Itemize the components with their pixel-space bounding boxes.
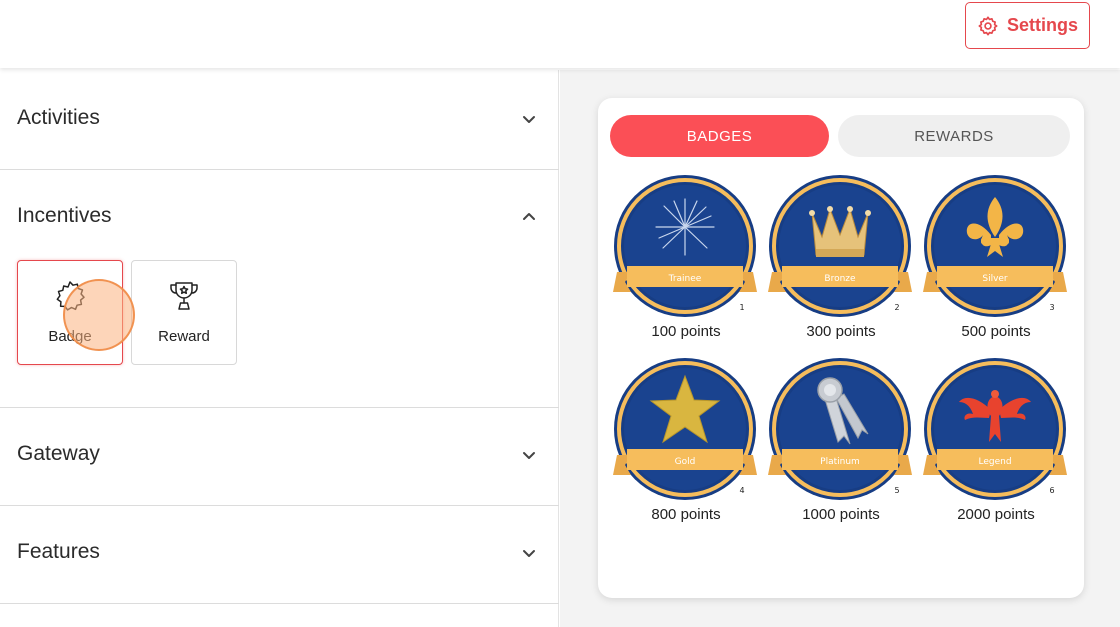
badge-number: 5 bbox=[894, 486, 899, 495]
badge-number: 4 bbox=[739, 486, 744, 495]
badge-points: 100 points bbox=[651, 323, 721, 340]
badge-number: 6 bbox=[1049, 486, 1054, 495]
section-title-gateway: Gateway bbox=[17, 442, 100, 465]
chevron-down-icon[interactable] bbox=[520, 544, 538, 562]
badge-name: Silver bbox=[982, 274, 1008, 284]
badge-gold: Gold 4 bbox=[613, 358, 757, 500]
tab-badges[interactable]: BADGES bbox=[610, 115, 829, 157]
click-indicator bbox=[63, 279, 135, 351]
badge-silver: Silver 3 bbox=[923, 175, 1067, 317]
tab-rewards[interactable]: REWARDS bbox=[838, 115, 1070, 157]
badge-item[interactable]: Legend 6 2000 points bbox=[921, 358, 1071, 533]
badge-points: 800 points bbox=[651, 506, 721, 523]
fireworks-icon bbox=[655, 198, 715, 256]
badge-points: 500 points bbox=[961, 323, 1031, 340]
badge-points: 300 points bbox=[806, 323, 876, 340]
trophy-icon bbox=[170, 282, 198, 310]
badge-item[interactable]: Silver 3 500 points bbox=[921, 175, 1071, 350]
badge-name: Platinum bbox=[820, 457, 860, 467]
settings-button[interactable]: Settings bbox=[965, 2, 1090, 49]
badge-number: 2 bbox=[894, 303, 899, 312]
reward-tile[interactable]: Reward bbox=[131, 260, 237, 365]
top-bar: Settings bbox=[0, 0, 1120, 68]
chevron-up-icon[interactable] bbox=[520, 208, 538, 226]
section-title-incentives: Incentives bbox=[17, 204, 112, 227]
badge-name: Legend bbox=[978, 457, 1011, 467]
badge-name: Bronze bbox=[824, 274, 856, 284]
section-features[interactable]: Features bbox=[0, 506, 559, 604]
gear-icon bbox=[978, 15, 998, 36]
chevron-down-icon[interactable] bbox=[520, 110, 538, 128]
badge-platinum: Platinum 5 bbox=[768, 358, 912, 500]
badge-item[interactable]: Gold 4 800 points bbox=[611, 358, 761, 533]
chevron-down-icon[interactable] bbox=[520, 446, 538, 464]
badge-number: 1 bbox=[739, 303, 744, 312]
badge-item[interactable]: Platinum 5 1000 points bbox=[766, 358, 916, 533]
badges-card: BADGES REWARDS Trainee 1 100 points Bron… bbox=[598, 98, 1084, 598]
badge-item[interactable]: Trainee 1 100 points bbox=[611, 175, 761, 350]
badge-name: Trainee bbox=[668, 274, 702, 284]
reward-tile-label: Reward bbox=[158, 328, 210, 345]
badge-trainee: Trainee 1 bbox=[613, 175, 757, 317]
section-activities[interactable]: Activities bbox=[0, 70, 559, 170]
preview-panel: BADGES REWARDS Trainee 1 100 points Bron… bbox=[560, 70, 1120, 627]
badge-number: 3 bbox=[1049, 303, 1054, 312]
section-title-activities: Activities bbox=[17, 106, 100, 129]
section-title-features: Features bbox=[17, 540, 100, 563]
badge-name: Gold bbox=[675, 457, 696, 467]
badge-item[interactable]: Bronze 2 300 points bbox=[766, 175, 916, 350]
section-gateway[interactable]: Gateway bbox=[0, 408, 559, 506]
badge-points: 1000 points bbox=[802, 506, 880, 523]
badge-bronze: Bronze 2 bbox=[768, 175, 912, 317]
settings-label: Settings bbox=[1006, 15, 1078, 35]
badge-points: 2000 points bbox=[957, 506, 1035, 523]
badge-legend: Legend 6 bbox=[923, 358, 1067, 500]
